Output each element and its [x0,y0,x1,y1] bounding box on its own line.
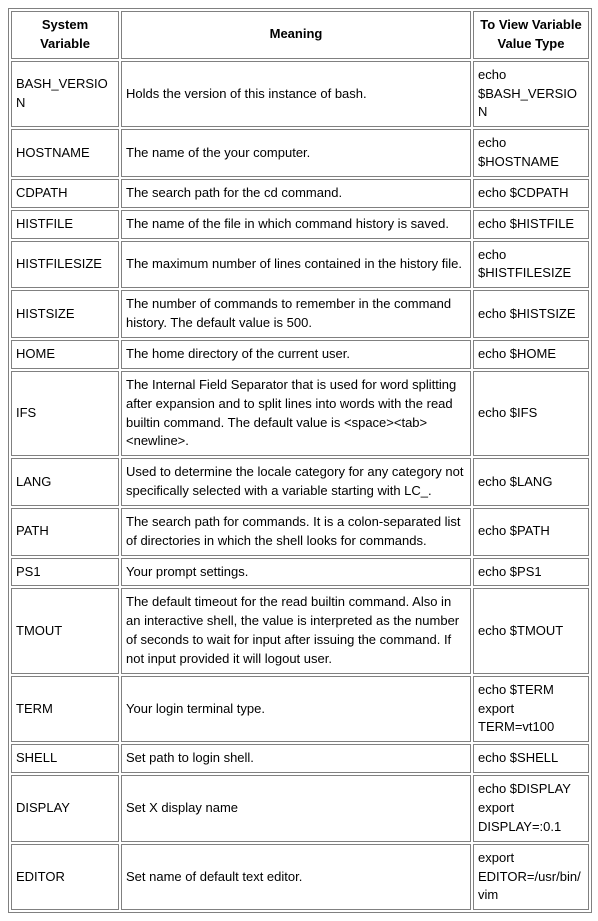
cell-system-variable: EDITOR [11,844,119,911]
cell-view: export EDITOR=/usr/bin/vim [473,844,589,911]
table-row: TERMYour login terminal type.echo $TERM … [11,676,589,743]
cell-system-variable: HISTFILE [11,210,119,239]
cell-meaning: Holds the version of this instance of ba… [121,61,471,128]
cell-view: echo $CDPATH [473,179,589,208]
cell-system-variable: HISTFILESIZE [11,241,119,289]
table-row: EDITORSet name of default text editor.ex… [11,844,589,911]
cell-view: echo $LANG [473,458,589,506]
cell-meaning: The Internal Field Separator that is use… [121,371,471,456]
cell-system-variable: PS1 [11,558,119,587]
table-row: LANGUsed to determine the locale categor… [11,458,589,506]
cell-system-variable: HOSTNAME [11,129,119,177]
cell-view: echo $SHELL [473,744,589,773]
cell-system-variable: DISPLAY [11,775,119,842]
table-row: TMOUTThe default timeout for the read bu… [11,588,589,673]
cell-system-variable: BASH_VERSION [11,61,119,128]
cell-meaning: The search path for the cd command. [121,179,471,208]
cell-system-variable: IFS [11,371,119,456]
cell-meaning: Set X display name [121,775,471,842]
table-row: HISTFILESIZEThe maximum number of lines … [11,241,589,289]
table-row: HISTFILEThe name of the file in which co… [11,210,589,239]
cell-view: echo $PATH [473,508,589,556]
table-row: IFSThe Internal Field Separator that is … [11,371,589,456]
table-row: DISPLAYSet X display nameecho $DISPLAY e… [11,775,589,842]
cell-view: echo $DISPLAY export DISPLAY=:0.1 [473,775,589,842]
system-variables-table: System Variable Meaning To View Variable… [8,8,592,913]
cell-meaning: Your prompt settings. [121,558,471,587]
cell-meaning: The name of the your computer. [121,129,471,177]
table-row: HISTSIZEThe number of commands to rememb… [11,290,589,338]
header-system-variable: System Variable [11,11,119,59]
cell-system-variable: PATH [11,508,119,556]
cell-meaning: Used to determine the locale category fo… [121,458,471,506]
cell-system-variable: CDPATH [11,179,119,208]
cell-meaning: Set name of default text editor. [121,844,471,911]
cell-meaning: The search path for commands. It is a co… [121,508,471,556]
cell-meaning: Set path to login shell. [121,744,471,773]
table-row: BASH_VERSIONHolds the version of this in… [11,61,589,128]
cell-system-variable: HOME [11,340,119,369]
table-row: SHELLSet path to login shell.echo $SHELL [11,744,589,773]
cell-view: echo $HISTFILESIZE [473,241,589,289]
cell-system-variable: TMOUT [11,588,119,673]
cell-view: echo $HISTFILE [473,210,589,239]
cell-view: echo $TERM export TERM=vt100 [473,676,589,743]
cell-system-variable: LANG [11,458,119,506]
table-row: PATHThe search path for commands. It is … [11,508,589,556]
cell-system-variable: TERM [11,676,119,743]
cell-meaning: The default timeout for the read builtin… [121,588,471,673]
cell-meaning: Your login terminal type. [121,676,471,743]
cell-meaning: The home directory of the current user. [121,340,471,369]
table-row: PS1Your prompt settings.echo $PS1 [11,558,589,587]
table-header-row: System Variable Meaning To View Variable… [11,11,589,59]
header-view: To View Variable Value Type [473,11,589,59]
cell-meaning: The maximum number of lines contained in… [121,241,471,289]
cell-view: echo $TMOUT [473,588,589,673]
header-meaning: Meaning [121,11,471,59]
cell-meaning: The number of commands to remember in th… [121,290,471,338]
table-row: HOSTNAMEThe name of the your computer.ec… [11,129,589,177]
table-row: CDPATHThe search path for the cd command… [11,179,589,208]
cell-view: echo $HOME [473,340,589,369]
cell-view: echo $BASH_VERSION [473,61,589,128]
cell-system-variable: HISTSIZE [11,290,119,338]
cell-view: echo $IFS [473,371,589,456]
cell-meaning: The name of the file in which command hi… [121,210,471,239]
cell-view: echo $HOSTNAME [473,129,589,177]
table-row: HOMEThe home directory of the current us… [11,340,589,369]
cell-view: echo $PS1 [473,558,589,587]
cell-system-variable: SHELL [11,744,119,773]
cell-view: echo $HISTSIZE [473,290,589,338]
